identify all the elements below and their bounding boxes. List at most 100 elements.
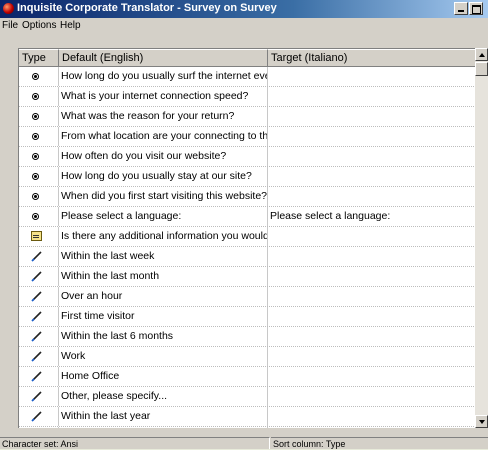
cell-default-text[interactable]: Within the last 6 months (59, 327, 268, 346)
table-row[interactable]: Within the last 6 months (19, 327, 476, 347)
cell-default-text[interactable]: Is there any additional information you … (59, 227, 268, 246)
grid-rows: How long do you usually surf the interne… (19, 67, 476, 428)
pen-icon (31, 350, 43, 362)
cell-type[interactable] (19, 387, 59, 406)
cell-default-text[interactable]: Other, please specify... (59, 387, 268, 406)
cell-target-text[interactable] (268, 387, 476, 406)
cell-default-text[interactable]: Home Office (59, 367, 268, 386)
table-row[interactable]: How often do you visit our website? (19, 147, 476, 167)
cell-target-text[interactable] (268, 187, 476, 206)
cell-default-text[interactable]: Within the last week (59, 247, 268, 266)
cell-default-text[interactable]: When did you first start visiting this w… (59, 187, 268, 206)
cell-default-text[interactable]: How long do you usually stay at our site… (59, 167, 268, 186)
cell-type[interactable] (19, 167, 59, 186)
table-row[interactable]: Home Office (19, 367, 476, 387)
scroll-thumb[interactable] (475, 62, 488, 76)
maximize-button[interactable] (469, 2, 483, 15)
table-row[interactable]: From what location are your connecting t… (19, 127, 476, 147)
radio-button-icon (32, 93, 39, 100)
cell-default-text[interactable]: Over an hour (59, 287, 268, 306)
cell-default-text[interactable]: What is your internet connection speed? (59, 87, 268, 106)
table-row[interactable]: Please select a language: Please select a… (19, 207, 476, 227)
cell-type[interactable] (19, 187, 59, 206)
table-row[interactable]: Within the last week (19, 247, 476, 267)
scroll-down-button[interactable] (475, 415, 488, 428)
vertical-scrollbar[interactable] (475, 48, 488, 428)
table-row[interactable]: Over a year ago (19, 427, 476, 428)
scroll-up-button[interactable] (475, 48, 488, 61)
cell-type[interactable] (19, 87, 59, 106)
cell-target-text[interactable] (268, 87, 476, 106)
table-row[interactable]: What was the reason for your return? (19, 107, 476, 127)
title-bar[interactable]: Inquisite Corporate Translator - Survey … (0, 0, 488, 18)
cell-target-text[interactable] (268, 107, 476, 126)
radio-button-icon (32, 193, 39, 200)
cell-default-text[interactable]: Over a year ago (59, 427, 268, 428)
cell-target-text[interactable] (268, 307, 476, 326)
column-header-default[interactable]: Default (English) (59, 49, 268, 67)
cell-type[interactable] (19, 267, 59, 286)
table-row[interactable]: First time visitor (19, 307, 476, 327)
cell-default-text[interactable]: Within the last month (59, 267, 268, 286)
cell-target-text[interactable] (268, 227, 476, 246)
menu-options[interactable]: Options (22, 20, 56, 31)
cell-target-text[interactable] (268, 67, 476, 86)
menu-file[interactable]: File (2, 20, 18, 31)
status-sort-column: Sort column: Type (271, 437, 488, 449)
cell-type[interactable] (19, 327, 59, 346)
table-row[interactable]: How long do you usually stay at our site… (19, 167, 476, 187)
cell-target-text[interactable] (268, 247, 476, 266)
column-header-target[interactable]: Target (Italiano) (268, 49, 476, 67)
cell-default-text[interactable]: How often do you visit our website? (59, 147, 268, 166)
cell-target-text[interactable] (268, 327, 476, 346)
table-row[interactable]: Other, please specify... (19, 387, 476, 407)
cell-target-text[interactable] (268, 407, 476, 426)
column-header-type[interactable]: Type (19, 49, 59, 67)
translator-window: Inquisite Corporate Translator - Survey … (0, 0, 488, 449)
cell-target-text[interactable] (268, 427, 476, 428)
cell-type[interactable] (19, 127, 59, 146)
cell-type[interactable] (19, 67, 59, 86)
cell-type[interactable] (19, 247, 59, 266)
grid-header: Type Default (English) Target (Italiano) (19, 49, 488, 67)
table-row[interactable]: When did you first start visiting this w… (19, 187, 476, 207)
pen-icon (31, 310, 43, 322)
window-title: Inquisite Corporate Translator - Survey … (17, 2, 277, 14)
cell-default-text[interactable]: First time visitor (59, 307, 268, 326)
cell-target-text[interactable] (268, 287, 476, 306)
cell-type[interactable] (19, 427, 59, 428)
cell-type[interactable] (19, 287, 59, 306)
cell-default-text[interactable]: How long do you usually surf the interne… (59, 67, 268, 86)
table-row[interactable]: Is there any additional information you … (19, 227, 476, 247)
table-row[interactable]: Within the last year (19, 407, 476, 427)
radio-button-icon (32, 213, 39, 220)
cell-type[interactable] (19, 367, 59, 386)
cell-default-text[interactable]: What was the reason for your return? (59, 107, 268, 126)
cell-type[interactable] (19, 347, 59, 366)
table-row[interactable]: Work (19, 347, 476, 367)
table-row[interactable]: Over an hour (19, 287, 476, 307)
cell-target-text[interactable] (268, 127, 476, 146)
cell-default-text[interactable]: Work (59, 347, 268, 366)
app-icon (3, 3, 14, 14)
minimize-button[interactable] (454, 2, 468, 15)
table-row[interactable]: How long do you usually surf the interne… (19, 67, 476, 87)
cell-target-text[interactable] (268, 267, 476, 286)
cell-default-text[interactable]: Within the last year (59, 407, 268, 426)
menu-help[interactable]: Help (60, 20, 81, 31)
cell-type[interactable] (19, 207, 59, 226)
cell-target-text[interactable] (268, 347, 476, 366)
table-row[interactable]: What is your internet connection speed? (19, 87, 476, 107)
cell-target-text[interactable]: Please select a language: (268, 207, 476, 226)
cell-type[interactable] (19, 307, 59, 326)
cell-type[interactable] (19, 147, 59, 166)
cell-target-text[interactable] (268, 367, 476, 386)
cell-type[interactable] (19, 407, 59, 426)
cell-type[interactable] (19, 227, 59, 246)
cell-type[interactable] (19, 107, 59, 126)
cell-default-text[interactable]: From what location are your connecting t… (59, 127, 268, 146)
table-row[interactable]: Within the last month (19, 267, 476, 287)
cell-target-text[interactable] (268, 147, 476, 166)
cell-default-text[interactable]: Please select a language: (59, 207, 268, 226)
cell-target-text[interactable] (268, 167, 476, 186)
